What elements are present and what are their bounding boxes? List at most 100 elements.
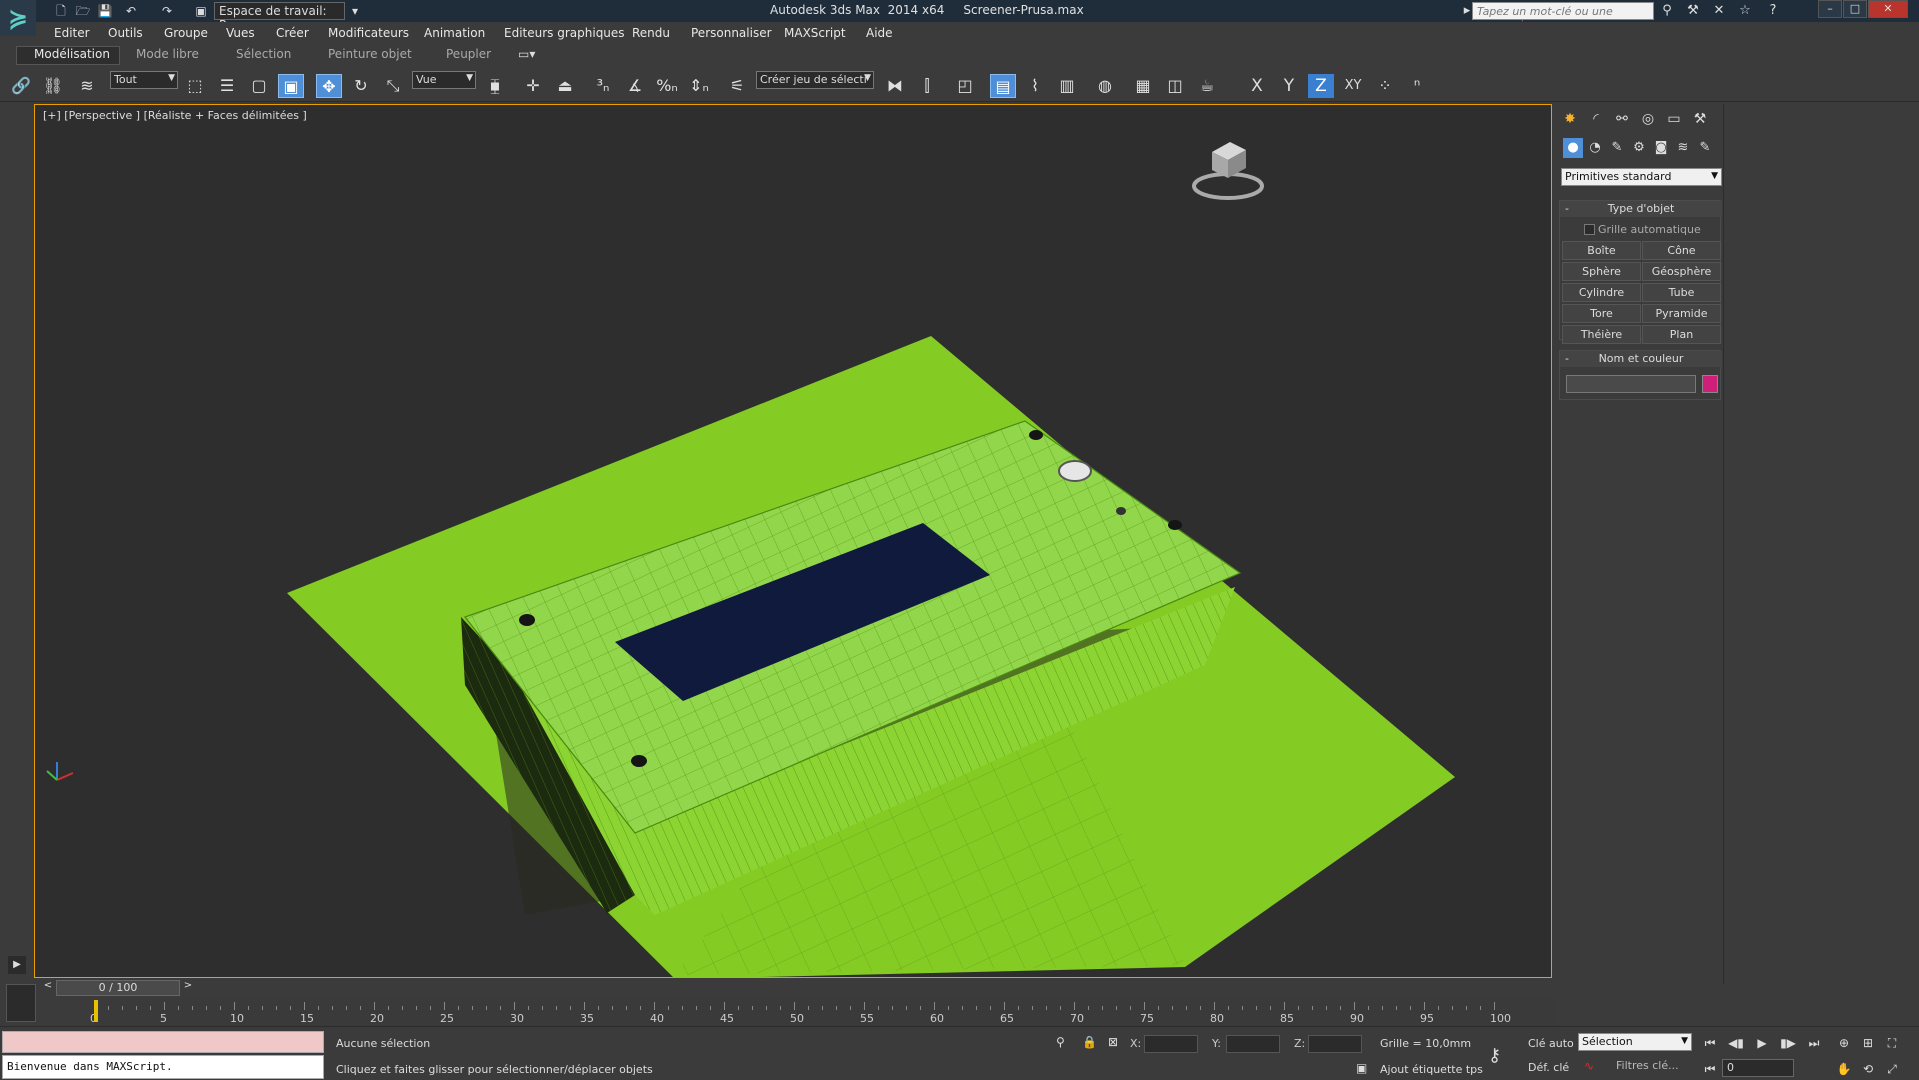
key-icon[interactable]: ⚷ bbox=[1488, 1045, 1501, 1066]
select-and-move-icon[interactable]: ✥ bbox=[316, 74, 342, 98]
utilities-tab-icon[interactable]: ⚒ bbox=[1689, 108, 1711, 130]
lock-selection-icon[interactable]: 🔒 bbox=[1082, 1035, 1097, 1049]
menu-editeurs-graphiques[interactable]: Editeurs graphiques bbox=[504, 26, 625, 40]
isolate-selection-icon[interactable]: ⚲ bbox=[1056, 1035, 1065, 1049]
lights-icon[interactable]: ✎ bbox=[1607, 138, 1627, 158]
z-coord-field[interactable] bbox=[1308, 1035, 1362, 1053]
ribbon-toggle-icon[interactable]: ▭▾ bbox=[518, 47, 535, 61]
go-to-start-icon[interactable]: ⏮ bbox=[1700, 1033, 1720, 1053]
auto-key-button[interactable]: Clé auto bbox=[1528, 1037, 1574, 1050]
key-mode-icon[interactable]: ⏮ bbox=[1700, 1059, 1720, 1079]
axis-xy-button[interactable]: XY bbox=[1340, 74, 1366, 98]
create-tab-icon[interactable]: ✸ bbox=[1559, 108, 1581, 130]
time-back-icon[interactable]: < bbox=[42, 980, 54, 996]
help-icon[interactable]: ? bbox=[1764, 3, 1782, 19]
save-file-icon[interactable]: 💾 bbox=[96, 3, 114, 19]
motion-tab-icon[interactable]: ◎ bbox=[1637, 108, 1659, 130]
transform-gizmo-icon[interactable]: ⁘ bbox=[1372, 74, 1398, 98]
menu-animation[interactable]: Animation bbox=[424, 26, 485, 40]
edit-named-selection-icon[interactable]: ⚟ bbox=[724, 74, 750, 98]
snaps-toggle-icon[interactable]: ³ₙ bbox=[590, 74, 616, 98]
viewcube[interactable] bbox=[1190, 138, 1266, 200]
checkbox-icon[interactable] bbox=[1584, 224, 1595, 235]
curve-editor-icon[interactable]: ⌇ bbox=[1022, 74, 1048, 98]
name-color-title[interactable]: - Nom et couleur bbox=[1560, 351, 1722, 367]
tab-mode-libre[interactable]: Mode libre bbox=[136, 47, 199, 61]
add-time-tag-icon[interactable]: ▣ bbox=[1356, 1061, 1367, 1075]
helpers-icon[interactable]: ◙ bbox=[1651, 138, 1671, 158]
menu-vues[interactable]: Vues bbox=[226, 26, 255, 40]
display-tab-icon[interactable]: ▭ bbox=[1663, 108, 1685, 130]
perspective-viewport[interactable]: [+] [Perspective ] [Réaliste + Faces dél… bbox=[34, 104, 1552, 978]
zoom-extents-icon[interactable]: ⛶ bbox=[1882, 1033, 1902, 1053]
minimize-button[interactable]: – bbox=[1818, 0, 1842, 18]
align-icon[interactable]: ⫿ bbox=[914, 74, 940, 98]
spinner-snap-icon[interactable]: ⇕ₙ bbox=[686, 74, 712, 98]
hierarchy-tab-icon[interactable]: ⚯ bbox=[1611, 108, 1633, 130]
pyramid-button[interactable]: Pyramide bbox=[1642, 304, 1721, 323]
key-filters-button[interactable]: Filtres clé... bbox=[1616, 1059, 1679, 1072]
object-color-swatch[interactable] bbox=[1702, 375, 1718, 393]
render-production-icon[interactable]: ☕ bbox=[1194, 74, 1220, 98]
menu-rendu[interactable]: Rendu bbox=[632, 26, 670, 40]
cone-button[interactable]: Cône bbox=[1642, 241, 1721, 260]
geosphere-button[interactable]: Géosphère bbox=[1642, 262, 1721, 281]
favorites-star-icon[interactable]: ☆ bbox=[1736, 3, 1754, 19]
timeline-ruler[interactable]: 0510152025303540455055606570758085909510… bbox=[90, 998, 1557, 1026]
axis-xy-constraint-icon[interactable]: ⁿ bbox=[1404, 74, 1430, 98]
teapot-button[interactable]: Théière bbox=[1562, 325, 1641, 344]
add-time-tag-button[interactable]: Ajout étiquette tps bbox=[1380, 1063, 1483, 1076]
set-key-button[interactable]: Déf. clé bbox=[1528, 1061, 1569, 1074]
search-input[interactable]: Tapez un mot-clé ou une expression bbox=[1472, 2, 1654, 31]
object-type-title[interactable]: - Type d'objet bbox=[1560, 201, 1722, 217]
percent-snap-icon[interactable]: %ₙ bbox=[654, 74, 680, 98]
y-coord-field[interactable] bbox=[1226, 1035, 1280, 1053]
tab-peupler[interactable]: Peupler bbox=[446, 47, 491, 61]
pan-icon[interactable]: ✋ bbox=[1834, 1059, 1854, 1079]
x-coord-field[interactable] bbox=[1144, 1035, 1198, 1053]
tab-selection[interactable]: Sélection bbox=[236, 47, 291, 61]
selection-filter-dropdown[interactable]: Tout ▼ bbox=[110, 71, 178, 89]
select-by-name-icon[interactable]: ☰ bbox=[214, 74, 240, 98]
maxscript-output[interactable]: Bienvenue dans MAXScript. bbox=[2, 1055, 324, 1079]
time-slider[interactable]: 0 / 100 bbox=[56, 980, 180, 996]
autogrid-checkbox[interactable]: Grille automatique bbox=[1584, 223, 1701, 236]
menu-maxscript[interactable]: MAXScript bbox=[784, 26, 846, 40]
reference-coordinate-dropdown[interactable]: Vue ▼ bbox=[412, 71, 476, 89]
pivot-center-icon[interactable]: ⧯ bbox=[482, 74, 508, 98]
tube-button[interactable]: Tube bbox=[1642, 283, 1721, 302]
window-crossing-icon[interactable]: ▣ bbox=[278, 74, 304, 98]
zoom-all-icon[interactable]: ⊞ bbox=[1858, 1033, 1878, 1053]
angle-snap-icon[interactable]: ∡ bbox=[622, 74, 648, 98]
box-button[interactable]: Boîte bbox=[1562, 241, 1641, 260]
unlink-icon[interactable]: ⛓ bbox=[40, 74, 66, 98]
plane-button[interactable]: Plan bbox=[1642, 325, 1721, 344]
next-frame-icon[interactable]: ▮▶ bbox=[1778, 1033, 1798, 1053]
select-object-icon[interactable]: ⬚ bbox=[182, 74, 208, 98]
select-and-rotate-icon[interactable]: ↻ bbox=[348, 74, 374, 98]
shapes-icon[interactable]: ◔ bbox=[1585, 138, 1605, 158]
app-menu-logo[interactable]: ≽ bbox=[0, 0, 36, 36]
select-manipulate-icon[interactable]: ✛ bbox=[520, 74, 546, 98]
absolute-mode-icon[interactable]: ⊠ bbox=[1108, 1035, 1118, 1049]
curve-icon[interactable]: ∿ bbox=[1584, 1059, 1594, 1073]
keyboard-shortcut-override-icon[interactable]: ⏏ bbox=[552, 74, 578, 98]
x-icon[interactable]: ✕ bbox=[1710, 3, 1728, 19]
torus-button[interactable]: Tore bbox=[1562, 304, 1641, 323]
graphite-toggle-icon[interactable]: ▤ bbox=[990, 74, 1016, 98]
select-and-scale-icon[interactable]: ⤡ bbox=[380, 74, 406, 98]
binoculars-icon[interactable]: ⚲ bbox=[1658, 3, 1676, 19]
maximize-viewport-icon[interactable]: ⤢ bbox=[1882, 1059, 1902, 1079]
workspace-dropdown[interactable]: Espace de travail: Par bbox=[214, 2, 345, 32]
cylinder-button[interactable]: Cylindre bbox=[1562, 283, 1641, 302]
menu-modificateurs[interactable]: Modificateurs bbox=[328, 26, 409, 40]
sphere-button[interactable]: Sphère bbox=[1562, 262, 1641, 281]
time-cursor[interactable] bbox=[94, 1000, 98, 1022]
layer-manager-icon[interactable]: ◰ bbox=[952, 74, 978, 98]
material-editor-icon[interactable]: ◍ bbox=[1092, 74, 1118, 98]
viewport-layout-toggle-icon[interactable]: ▶ bbox=[8, 956, 26, 974]
link-icon[interactable]: 🔗 bbox=[8, 74, 34, 98]
orbit-icon[interactable]: ⟲ bbox=[1858, 1059, 1878, 1079]
object-name-field[interactable] bbox=[1566, 375, 1696, 393]
menu-editer[interactable]: Editer bbox=[54, 26, 90, 40]
